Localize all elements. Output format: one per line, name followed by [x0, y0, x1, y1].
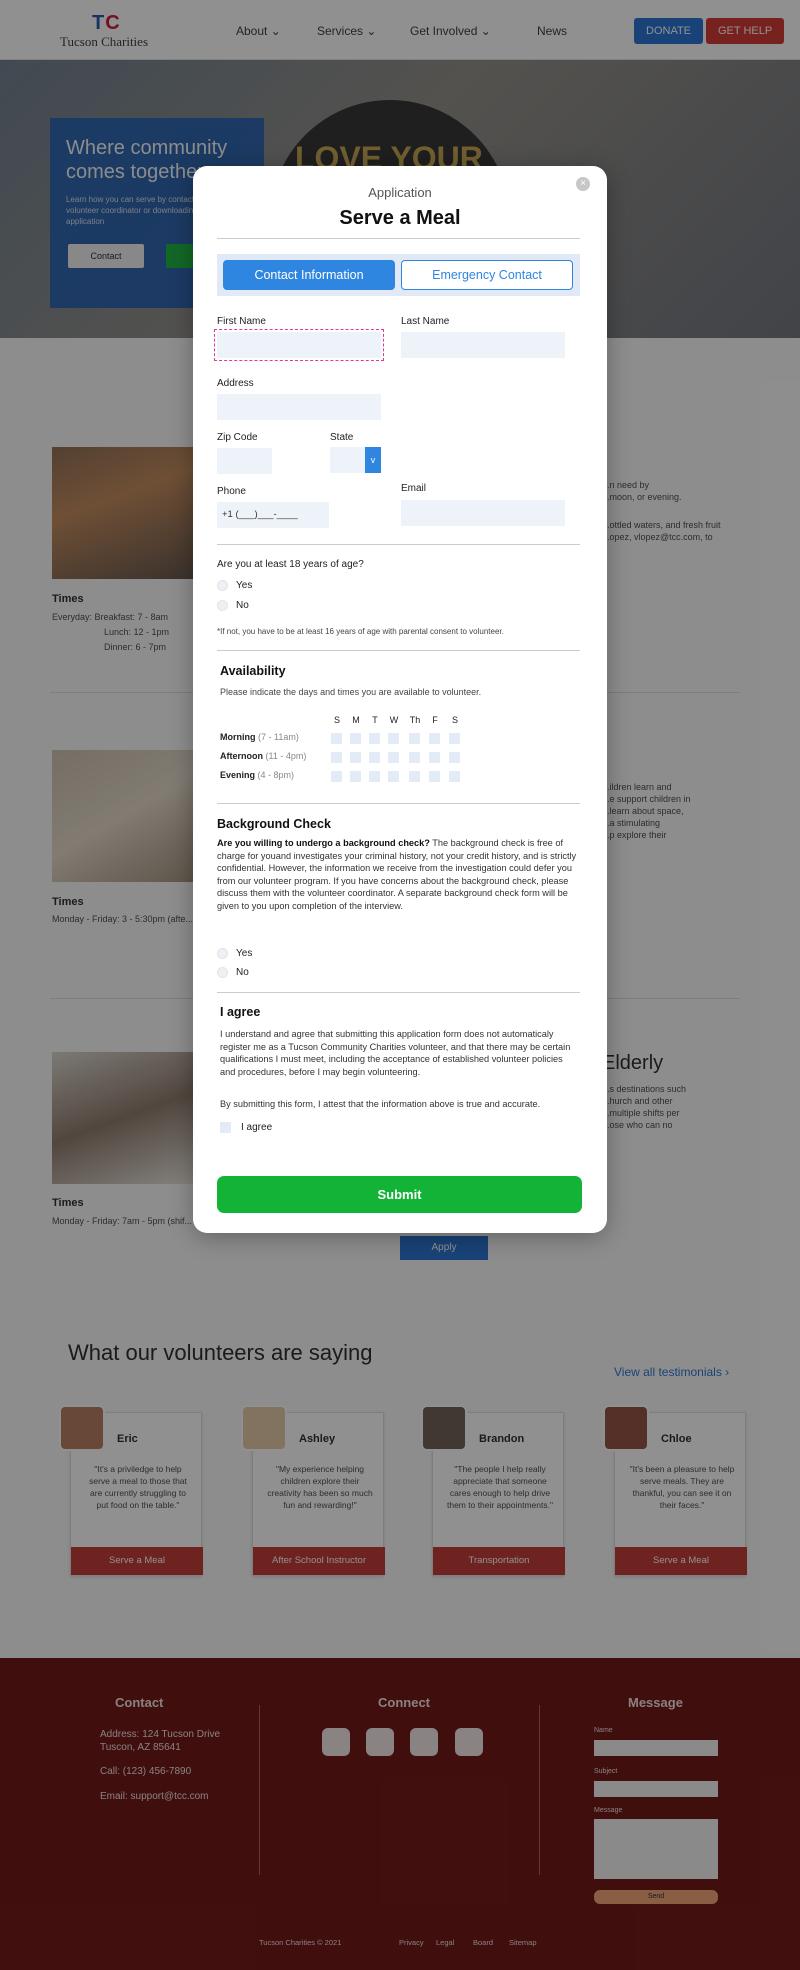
slot-evening-label: Evening (4 - 8pm)	[220, 770, 294, 780]
availability-checkbox-afternoon[interactable]	[350, 752, 361, 763]
background-no-radio[interactable]	[217, 967, 228, 978]
background-check-question: Are you willing to undergo a background …	[217, 838, 430, 848]
modal-title: Serve a Meal	[339, 207, 461, 229]
attest-text: By submitting this form, I attest that t…	[220, 1099, 541, 1109]
age-no-label: No	[236, 600, 249, 611]
last-name-label: Last Name	[401, 316, 450, 327]
availability-heading: Availability	[220, 664, 286, 678]
age-question: Are you at least 18 years of age?	[217, 559, 364, 570]
phone-label: Phone	[217, 486, 246, 497]
tab-contact-information[interactable]: Contact Information	[223, 260, 395, 290]
availability-checkbox-morning[interactable]	[369, 733, 380, 744]
availability-checkbox-afternoon[interactable]	[429, 752, 440, 763]
availability-checkbox-evening[interactable]	[331, 771, 342, 782]
chevron-down-icon[interactable]: v	[365, 447, 381, 473]
slot-name: Evening	[220, 770, 256, 780]
application-modal: × Application Serve a Meal Contact Infor…	[193, 166, 607, 1233]
divider	[217, 992, 580, 993]
email-input[interactable]	[401, 500, 565, 526]
divider	[217, 650, 580, 651]
submit-button[interactable]: Submit	[217, 1176, 582, 1213]
availability-checkbox-morning[interactable]	[449, 733, 460, 744]
background-check-details: The background check is free of charge f…	[217, 838, 577, 911]
availability-checkbox-morning[interactable]	[388, 733, 399, 744]
agree-checkbox-label: I agree	[241, 1122, 273, 1133]
availability-checkbox-morning[interactable]	[429, 733, 440, 744]
email-label: Email	[401, 483, 427, 494]
availability-checkbox-afternoon[interactable]	[449, 752, 460, 763]
day-header: W	[389, 715, 399, 725]
modal-subtitle: Application	[368, 185, 432, 200]
age-yes-label: Yes	[236, 580, 253, 591]
availability-checkbox-afternoon[interactable]	[369, 752, 380, 763]
agree-text: I understand and agree that submitting t…	[220, 1029, 571, 1077]
availability-checkbox-evening[interactable]	[429, 771, 440, 782]
availability-checkbox-evening[interactable]	[369, 771, 380, 782]
background-yes-radio[interactable]	[217, 948, 228, 959]
tab-emergency-contact[interactable]: Emergency Contact	[401, 260, 573, 290]
state-label: State	[330, 432, 354, 443]
slot-afternoon-label: Afternoon (11 - 4pm)	[220, 751, 306, 761]
availability-checkbox-evening[interactable]	[388, 771, 399, 782]
slot-time: (4 - 8pm)	[257, 770, 295, 780]
age-note: *If not, you have to be at least 16 year…	[217, 627, 504, 636]
form-tabs: Contact Information Emergency Contact	[217, 254, 580, 296]
background-yes-label: Yes	[236, 948, 253, 959]
availability-checkbox-evening[interactable]	[350, 771, 361, 782]
day-header: S	[451, 715, 458, 725]
availability-checkbox-evening[interactable]	[449, 771, 460, 782]
slot-name: Morning	[220, 732, 256, 742]
availability-checkbox-afternoon[interactable]	[331, 752, 342, 763]
day-header: T	[372, 715, 378, 725]
availability-checkbox-evening[interactable]	[409, 771, 420, 782]
slot-time: (11 - 4pm)	[265, 751, 307, 761]
age-yes-radio[interactable]	[217, 580, 228, 591]
divider	[217, 238, 580, 239]
phone-input[interactable]: +1 (___)___-____	[217, 502, 329, 528]
day-header: F	[432, 715, 438, 725]
slot-name: Afternoon	[220, 751, 263, 761]
state-select[interactable]	[330, 447, 365, 473]
zip-code-input[interactable]	[217, 448, 272, 474]
last-name-input[interactable]	[401, 332, 565, 358]
day-header: S	[333, 715, 340, 725]
background-check-heading: Background Check	[217, 817, 331, 831]
availability-checkbox-morning[interactable]	[409, 733, 420, 744]
address-input[interactable]	[217, 394, 381, 420]
background-check-text: Are you willing to undergo a background …	[217, 837, 580, 912]
age-no-radio[interactable]	[217, 600, 228, 611]
first-name-label: First Name	[217, 316, 266, 327]
agree-checkbox[interactable]	[220, 1122, 231, 1133]
availability-checkbox-morning[interactable]	[331, 733, 342, 744]
zip-code-label: Zip Code	[217, 432, 258, 443]
divider	[217, 544, 580, 545]
availability-checkbox-afternoon[interactable]	[409, 752, 420, 763]
availability-checkbox-afternoon[interactable]	[388, 752, 399, 763]
slot-morning-label: Morning (7 - 11am)	[220, 732, 299, 742]
first-name-input[interactable]	[214, 329, 384, 361]
day-header: M	[352, 715, 360, 725]
agree-heading: I agree	[220, 1005, 261, 1019]
divider	[217, 803, 580, 804]
background-no-label: No	[236, 967, 249, 978]
day-header: Th	[409, 715, 421, 725]
slot-time: (7 - 11am)	[258, 732, 299, 742]
address-label: Address	[217, 378, 254, 389]
availability-description: Please indicate the days and times you a…	[220, 687, 482, 697]
availability-checkbox-morning[interactable]	[350, 733, 361, 744]
